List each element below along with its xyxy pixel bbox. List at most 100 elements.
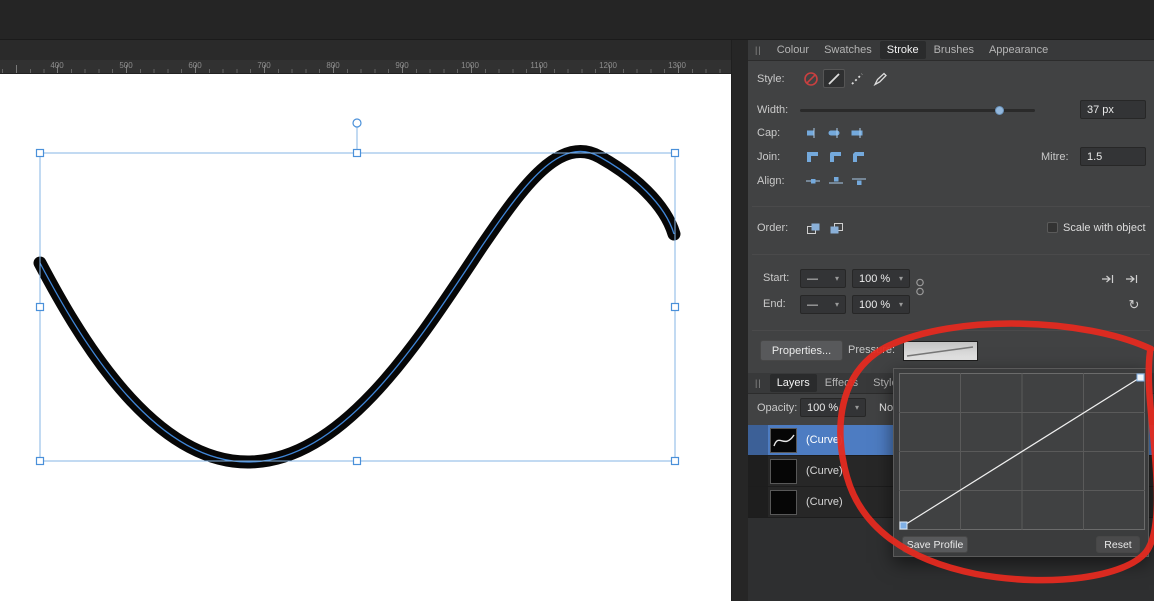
width-input[interactable]: 37 px (1080, 100, 1146, 119)
opacity-dropdown[interactable]: 100 % ▾ (800, 398, 866, 417)
pressure-preview-line (906, 346, 974, 357)
start-pressure-value: 100 % (859, 272, 891, 285)
width-slider-knob[interactable] (995, 106, 1004, 115)
end-style-dropdown[interactable]: — ▾ (800, 295, 846, 314)
end-pressure-value: 100 % (859, 298, 891, 311)
pressure-editor-popup: Save Profile Reset (893, 368, 1149, 557)
stroke-style-texture-button[interactable] (869, 69, 891, 88)
end-pressure-dropdown[interactable]: 100 % ▾ (852, 295, 910, 314)
align-outside-button[interactable] (848, 172, 870, 189)
order-front-button[interactable] (802, 219, 824, 237)
layer-thumbnail[interactable] (770, 458, 797, 484)
top-toolbar (0, 0, 1154, 40)
panel-grip-icon[interactable]: || (755, 378, 762, 388)
chevron-down-icon: ▾ (898, 274, 903, 283)
swap-end-button[interactable] (1121, 271, 1142, 287)
properties-button[interactable]: Properties... (760, 340, 843, 361)
tab-stroke[interactable]: Stroke (879, 41, 926, 59)
align-label: Align: (757, 175, 785, 187)
tab-effects[interactable]: Effects (818, 374, 865, 392)
stroke-style-dashed-button[interactable] (846, 69, 868, 88)
scale-with-object-checkbox[interactable] (1047, 222, 1058, 233)
layer-name: (Curve) (806, 465, 843, 477)
selection-handle-bottom-mid[interactable] (352, 456, 362, 466)
reset-label: Reset (1104, 538, 1132, 551)
studio-tab-bar: || Colour Swatches Stroke Brushes Appear… (748, 40, 1154, 61)
selection-handle-top-mid[interactable] (352, 148, 362, 158)
canvas[interactable] (0, 74, 731, 601)
align-inside-button[interactable] (825, 172, 847, 189)
tab-brushes[interactable]: Brushes (927, 41, 981, 59)
panel-grip-icon[interactable]: || (755, 45, 762, 55)
layer-row-indent (748, 487, 768, 517)
reset-button[interactable]: Reset (1096, 536, 1140, 553)
chevron-down-icon: ▾ (834, 300, 839, 309)
section-separator (752, 254, 1150, 255)
mitre-input[interactable]: 1.5 (1080, 147, 1146, 166)
horizontal-ruler: 400 500 600 700 800 900 1000 1100 1200 1… (0, 60, 731, 74)
ruler-tick-label: 1300 (668, 61, 686, 70)
align-center-button[interactable] (802, 172, 824, 189)
pressure-curve-editor[interactable] (899, 373, 1145, 530)
end-label: End: (763, 298, 786, 310)
layer-name: (Curve) (806, 496, 843, 508)
order-front-icon (806, 223, 819, 234)
tab-colour[interactable]: Colour (770, 41, 816, 59)
layer-thumbnail[interactable] (770, 489, 797, 515)
start-pressure-dropdown[interactable]: 100 % ▾ (852, 269, 910, 288)
cap-square-icon (851, 127, 863, 138)
line-swatch-icon: — (807, 298, 818, 311)
layer-name: (Curve) (806, 434, 843, 446)
sync-button[interactable]: ↻ (1124, 296, 1144, 314)
cap-square-button[interactable] (848, 124, 870, 141)
join-miter-icon (807, 152, 818, 162)
selection-handle-top-left[interactable] (35, 148, 45, 158)
opacity-label: Opacity: (757, 402, 798, 414)
join-round-button[interactable] (825, 148, 847, 165)
selection-handle-mid-right[interactable] (670, 302, 680, 312)
tab-appearance[interactable]: Appearance (982, 41, 1055, 59)
align-inside-icon (829, 176, 843, 183)
selection-handle-mid-left[interactable] (35, 302, 45, 312)
selection-handle-top-right[interactable] (670, 148, 680, 158)
link-pressures-icon[interactable] (915, 276, 925, 303)
curve-stroke[interactable] (33, 145, 681, 469)
align-outside-icon (852, 178, 866, 185)
tab-layers[interactable]: Layers (769, 374, 817, 392)
document-tab-bar: × (0, 40, 748, 60)
ruler-tick-label: 700 (257, 61, 271, 70)
selection-handle-bottom-left[interactable] (35, 456, 45, 466)
pressure-profile-preview[interactable] (903, 341, 978, 361)
selection-handle-bottom-right[interactable] (670, 456, 680, 466)
swap-start-button[interactable] (1097, 271, 1118, 287)
ruler-tick-label: 600 (188, 61, 202, 70)
cap-round-button[interactable] (825, 124, 847, 141)
order-behind-button[interactable] (825, 219, 847, 237)
join-miter-button[interactable] (802, 148, 824, 165)
line-swatch-icon: — (807, 272, 818, 285)
save-profile-label: Save Profile (906, 538, 964, 551)
pressure-label: Pressure: (848, 344, 896, 356)
stroke-style-solid-button[interactable] (823, 69, 845, 88)
align-center-icon (806, 178, 820, 183)
mitre-label: Mitre: (1041, 151, 1069, 163)
pressure-node-end[interactable] (1136, 373, 1145, 382)
pressure-node-start[interactable] (899, 521, 908, 530)
save-profile-button[interactable]: Save Profile (902, 536, 968, 553)
layer-thumbnail[interactable] (770, 427, 797, 453)
cap-round-icon (828, 127, 840, 138)
tab-swatches[interactable]: Swatches (817, 41, 879, 59)
ruler-tick-label: 900 (395, 61, 409, 70)
style-label: Style: (757, 73, 785, 85)
cap-butt-button[interactable] (802, 124, 824, 141)
join-bevel-button[interactable] (848, 148, 870, 165)
ruler-tick-label: 400 (50, 61, 64, 70)
rotation-handle[interactable] (352, 118, 362, 128)
layer-row-indent (748, 425, 768, 455)
start-style-dropdown[interactable]: — ▾ (800, 269, 846, 288)
start-label: Start: (763, 272, 790, 284)
stroke-style-none-button[interactable] (800, 69, 822, 88)
arrow-to-bar-icon (1101, 275, 1113, 283)
ruler-major-ticks (0, 65, 731, 73)
blend-mode-dropdown[interactable]: No (879, 402, 893, 414)
